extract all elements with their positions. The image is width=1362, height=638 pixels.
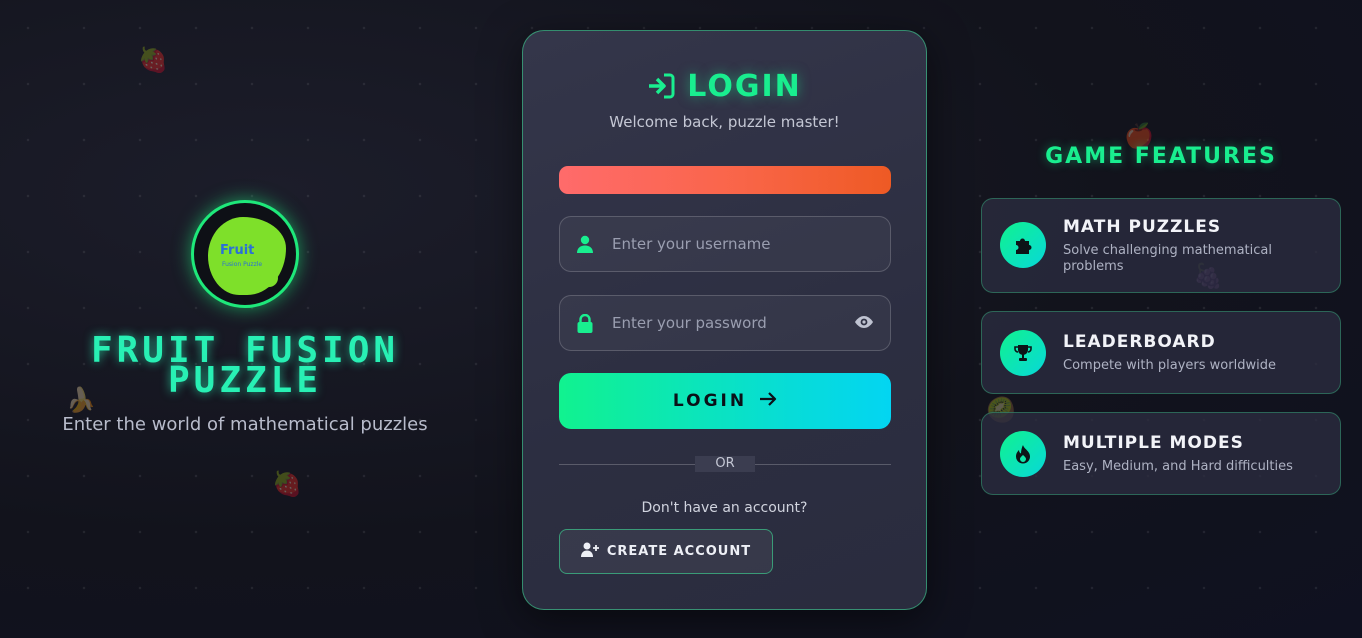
login-button[interactable]: LOGIN <box>559 373 891 429</box>
feature-name: MULTIPLE MODES <box>1063 433 1244 453</box>
password-strength-bar <box>559 166 891 194</box>
brand-panel: Fruit Fusion Puzzle FRUIT FUSION PUZZLE … <box>40 200 450 435</box>
fire-icon <box>1000 431 1046 477</box>
feature-name: MATH PUZZLES <box>1063 217 1222 237</box>
game-title: FRUIT FUSION PUZZLE <box>40 333 450 399</box>
eye-icon[interactable] <box>854 314 874 334</box>
feature-card: MULTIPLE MODES Easy, Medium, and Hard di… <box>981 412 1341 495</box>
password-input[interactable] <box>612 296 842 350</box>
feature-description: Compete with players worldwide <box>1063 358 1276 373</box>
trophy-icon <box>1000 330 1046 376</box>
create-account-label: CREATE ACCOUNT <box>606 544 752 559</box>
logo-text: Fruit <box>220 243 255 258</box>
puzzle-piece-icon <box>1000 222 1046 268</box>
strawberry-decoration: 🍓 <box>272 470 302 498</box>
strawberry-decoration: 🍓 <box>138 46 168 74</box>
username-field[interactable] <box>559 216 891 272</box>
login-card: LOGIN Welcome back, puzzle master! LOGIN… <box>522 30 927 610</box>
feature-card: MATH PUZZLES Solve challenging mathemati… <box>981 198 1341 293</box>
arrow-right-icon <box>759 391 777 412</box>
or-label: OR <box>695 456 755 472</box>
sign-in-icon <box>647 72 675 107</box>
create-account-button[interactable]: CREATE ACCOUNT <box>559 529 773 574</box>
game-logo: Fruit Fusion Puzzle <box>191 200 299 308</box>
feature-name: LEADERBOARD <box>1063 332 1216 352</box>
user-icon <box>576 235 594 257</box>
login-button-label: LOGIN <box>672 391 748 411</box>
tagline: Enter the world of mathematical puzzles <box>62 414 428 435</box>
feature-description: Solve challenging mathematical problems <box>1063 243 1272 274</box>
lock-icon <box>576 313 594 337</box>
username-input[interactable] <box>612 217 842 271</box>
login-title-text: LOGIN <box>687 69 802 104</box>
user-plus-icon <box>580 542 599 561</box>
feature-description: Easy, Medium, and Hard difficulties <box>1063 459 1293 474</box>
login-title: LOGIN <box>523 69 926 107</box>
password-field[interactable] <box>559 295 891 351</box>
logo-subtext: Fusion Puzzle <box>222 261 263 268</box>
login-subtitle: Welcome back, puzzle master! <box>609 113 840 131</box>
no-account-text: Don't have an account? <box>641 500 808 516</box>
features-title: GAME FEATURES <box>1045 144 1277 169</box>
feature-card: LEADERBOARD Compete with players worldwi… <box>981 311 1341 394</box>
